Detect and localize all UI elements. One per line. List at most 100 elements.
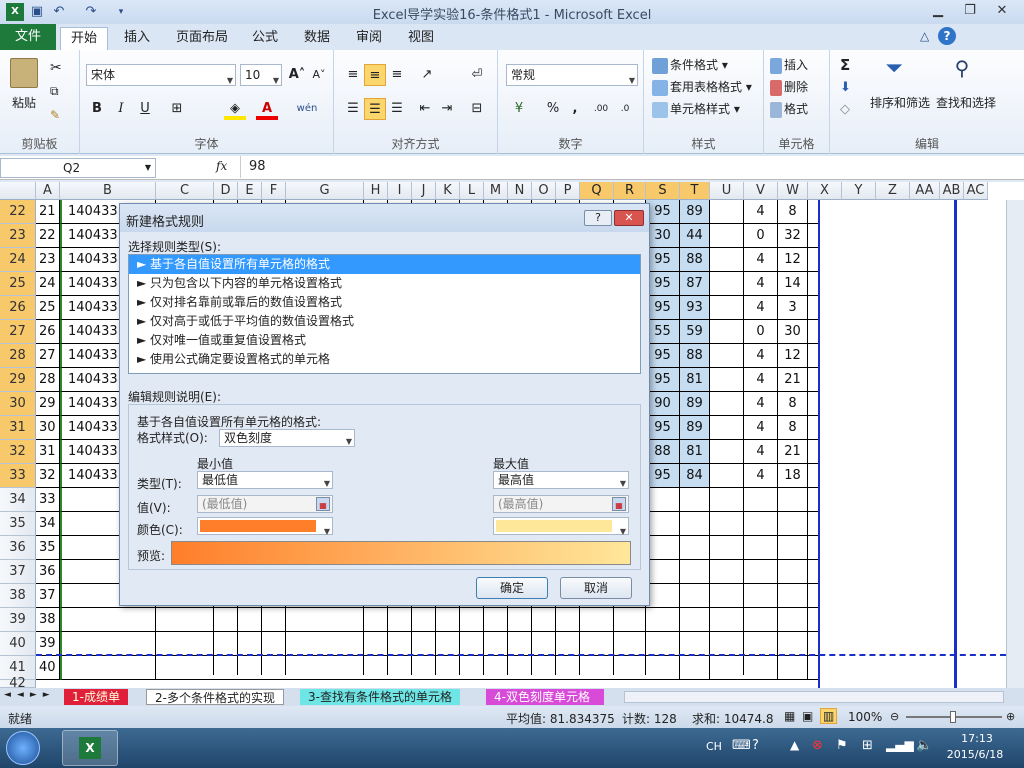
orientation-icon[interactable]: ↗ xyxy=(416,64,438,86)
max-color-select[interactable]: ▼ xyxy=(493,517,629,536)
rule-type-list[interactable]: ► 基于各自值设置所有单元格的格式 ► 只为包含以下内容的单元格设置格式 ► 仅对排… xyxy=(128,254,641,374)
column-header[interactable]: N xyxy=(508,182,532,200)
formula-input[interactable]: 98 xyxy=(240,156,1010,178)
tray-arrow-icon[interactable]: ▲ xyxy=(790,738,799,752)
table-cell[interactable]: 33 xyxy=(36,488,60,512)
table-cell[interactable]: 36 xyxy=(36,560,60,584)
merge-center-icon[interactable]: ⊟ xyxy=(466,98,488,120)
row-header[interactable]: 29 xyxy=(0,368,36,392)
range-picker-icon[interactable]: ▦ xyxy=(612,497,626,511)
table-cell[interactable]: 24 xyxy=(36,272,60,296)
rule-type-item[interactable]: ► 仅对排名靠前或靠后的数值设置格式 xyxy=(129,293,640,312)
row-header[interactable]: 34 xyxy=(0,488,36,512)
table-cell[interactable]: 4 xyxy=(744,440,778,464)
column-header[interactable]: M xyxy=(484,182,508,200)
table-cell[interactable] xyxy=(778,536,808,560)
tab-file[interactable]: 文件 xyxy=(0,24,56,50)
rule-type-item[interactable]: ► 只为包含以下内容的单元格设置格式 xyxy=(129,274,640,293)
fill-icon[interactable]: ⬇ xyxy=(840,80,851,95)
insert-cells-button[interactable]: 插入 xyxy=(770,56,808,74)
keyboard-icon[interactable]: ⌨ xyxy=(732,738,751,753)
table-cell[interactable]: 4 xyxy=(744,272,778,296)
row-header[interactable]: 37 xyxy=(0,560,36,584)
row-header[interactable]: 40 xyxy=(0,632,36,656)
table-cell[interactable] xyxy=(646,584,680,608)
table-cell[interactable]: 34 xyxy=(36,512,60,536)
row-header[interactable]: 36 xyxy=(0,536,36,560)
tab-data[interactable]: 数据 xyxy=(294,27,340,50)
sheet-nav-icon[interactable]: ◄◄►► xyxy=(4,690,56,700)
table-cell[interactable]: 32 xyxy=(36,464,60,488)
delete-cells-button[interactable]: 删除 xyxy=(770,78,808,96)
tab-view[interactable]: 视图 xyxy=(398,27,444,50)
row-header[interactable]: 32 xyxy=(0,440,36,464)
rule-type-item[interactable]: ► 使用公式确定要设置格式的单元格 xyxy=(129,350,640,369)
table-cell[interactable]: 14 xyxy=(778,272,808,296)
format-style-select[interactable]: 双色刻度 ▼ xyxy=(219,429,355,447)
tab-page-layout[interactable]: 页面布局 xyxy=(166,27,238,50)
table-cell[interactable]: 40 xyxy=(36,656,60,680)
table-cell[interactable]: 39 xyxy=(36,632,60,656)
row-header[interactable]: 26 xyxy=(0,296,36,320)
range-picker-icon[interactable]: ▦ xyxy=(316,497,330,511)
name-box[interactable]: Q2 ▼ xyxy=(0,158,156,178)
clock-time[interactable]: 17:13 xyxy=(952,732,1002,745)
sort-filter-button[interactable]: 排序和筛选 xyxy=(870,94,930,111)
align-bottom-icon[interactable]: ≡ xyxy=(386,64,408,86)
table-cell[interactable] xyxy=(744,608,778,632)
table-cell[interactable]: 18 xyxy=(778,464,808,488)
table-cell[interactable]: 8 xyxy=(778,200,808,224)
table-cell[interactable] xyxy=(680,584,710,608)
row-header[interactable]: 33 xyxy=(0,464,36,488)
zoom-out-icon[interactable]: ⊖ xyxy=(890,710,899,723)
table-cell[interactable]: 8 xyxy=(778,392,808,416)
minimize-button[interactable]: ▁ xyxy=(924,2,952,20)
zoom-thumb[interactable] xyxy=(950,711,956,723)
table-cell[interactable]: 88 xyxy=(680,344,710,368)
restore-button[interactable]: ❐ xyxy=(956,2,984,20)
cut-icon[interactable]: ✂ xyxy=(50,60,62,76)
table-cell[interactable]: 30 xyxy=(646,224,680,248)
row-header[interactable]: 28 xyxy=(0,344,36,368)
column-header[interactable]: W xyxy=(778,182,808,200)
table-cell[interactable]: 30 xyxy=(36,416,60,440)
table-cell[interactable] xyxy=(60,656,156,680)
wrap-text-icon[interactable]: ⏎ xyxy=(466,64,488,86)
table-cell[interactable]: 0 xyxy=(744,320,778,344)
decrease-indent-icon[interactable]: ⇤ xyxy=(414,98,436,120)
border-icon[interactable]: ⊞ xyxy=(166,98,188,120)
view-normal-icon[interactable]: ▦ xyxy=(784,709,795,723)
row-header[interactable]: 24 xyxy=(0,248,36,272)
zoom-in-icon[interactable]: ⊕ xyxy=(1006,710,1015,723)
table-cell[interactable] xyxy=(778,560,808,584)
flag-icon[interactable]: ⚑ xyxy=(836,738,848,753)
table-cell[interactable]: 95 xyxy=(646,296,680,320)
table-cell[interactable]: 88 xyxy=(646,440,680,464)
max-type-select[interactable]: 最高值 ▼ xyxy=(493,471,629,489)
rule-type-item[interactable]: ► 仅对唯一值或重复值设置格式 xyxy=(129,331,640,350)
table-cell[interactable] xyxy=(778,488,808,512)
table-cell[interactable]: 84 xyxy=(680,464,710,488)
column-header[interactable]: AC xyxy=(964,182,988,200)
table-cell[interactable]: 55 xyxy=(646,320,680,344)
column-header[interactable]: Q xyxy=(580,182,614,200)
table-cell[interactable]: 59 xyxy=(680,320,710,344)
shrink-font-icon[interactable]: A˅ xyxy=(308,64,330,86)
increase-indent-icon[interactable]: ⇥ xyxy=(436,98,458,120)
table-cell[interactable]: 0 xyxy=(744,224,778,248)
table-cell[interactable]: 4 xyxy=(744,296,778,320)
align-top-icon[interactable]: ≡ xyxy=(342,64,364,86)
column-header[interactable]: R xyxy=(614,182,646,200)
table-cell[interactable] xyxy=(744,488,778,512)
taskbar-excel-button[interactable]: X xyxy=(62,730,118,766)
table-cell[interactable]: 4 xyxy=(744,392,778,416)
table-cell[interactable]: 22 xyxy=(36,224,60,248)
language-indicator[interactable]: CH xyxy=(706,740,722,753)
table-cell[interactable] xyxy=(680,632,710,656)
table-cell[interactable]: 3 xyxy=(778,296,808,320)
font-size-combo[interactable]: 10 ▼ xyxy=(240,64,282,86)
row-header[interactable]: 25 xyxy=(0,272,36,296)
table-cell[interactable]: 8 xyxy=(778,416,808,440)
table-cell[interactable]: 25 xyxy=(36,296,60,320)
fx-button[interactable]: fx xyxy=(216,159,227,173)
